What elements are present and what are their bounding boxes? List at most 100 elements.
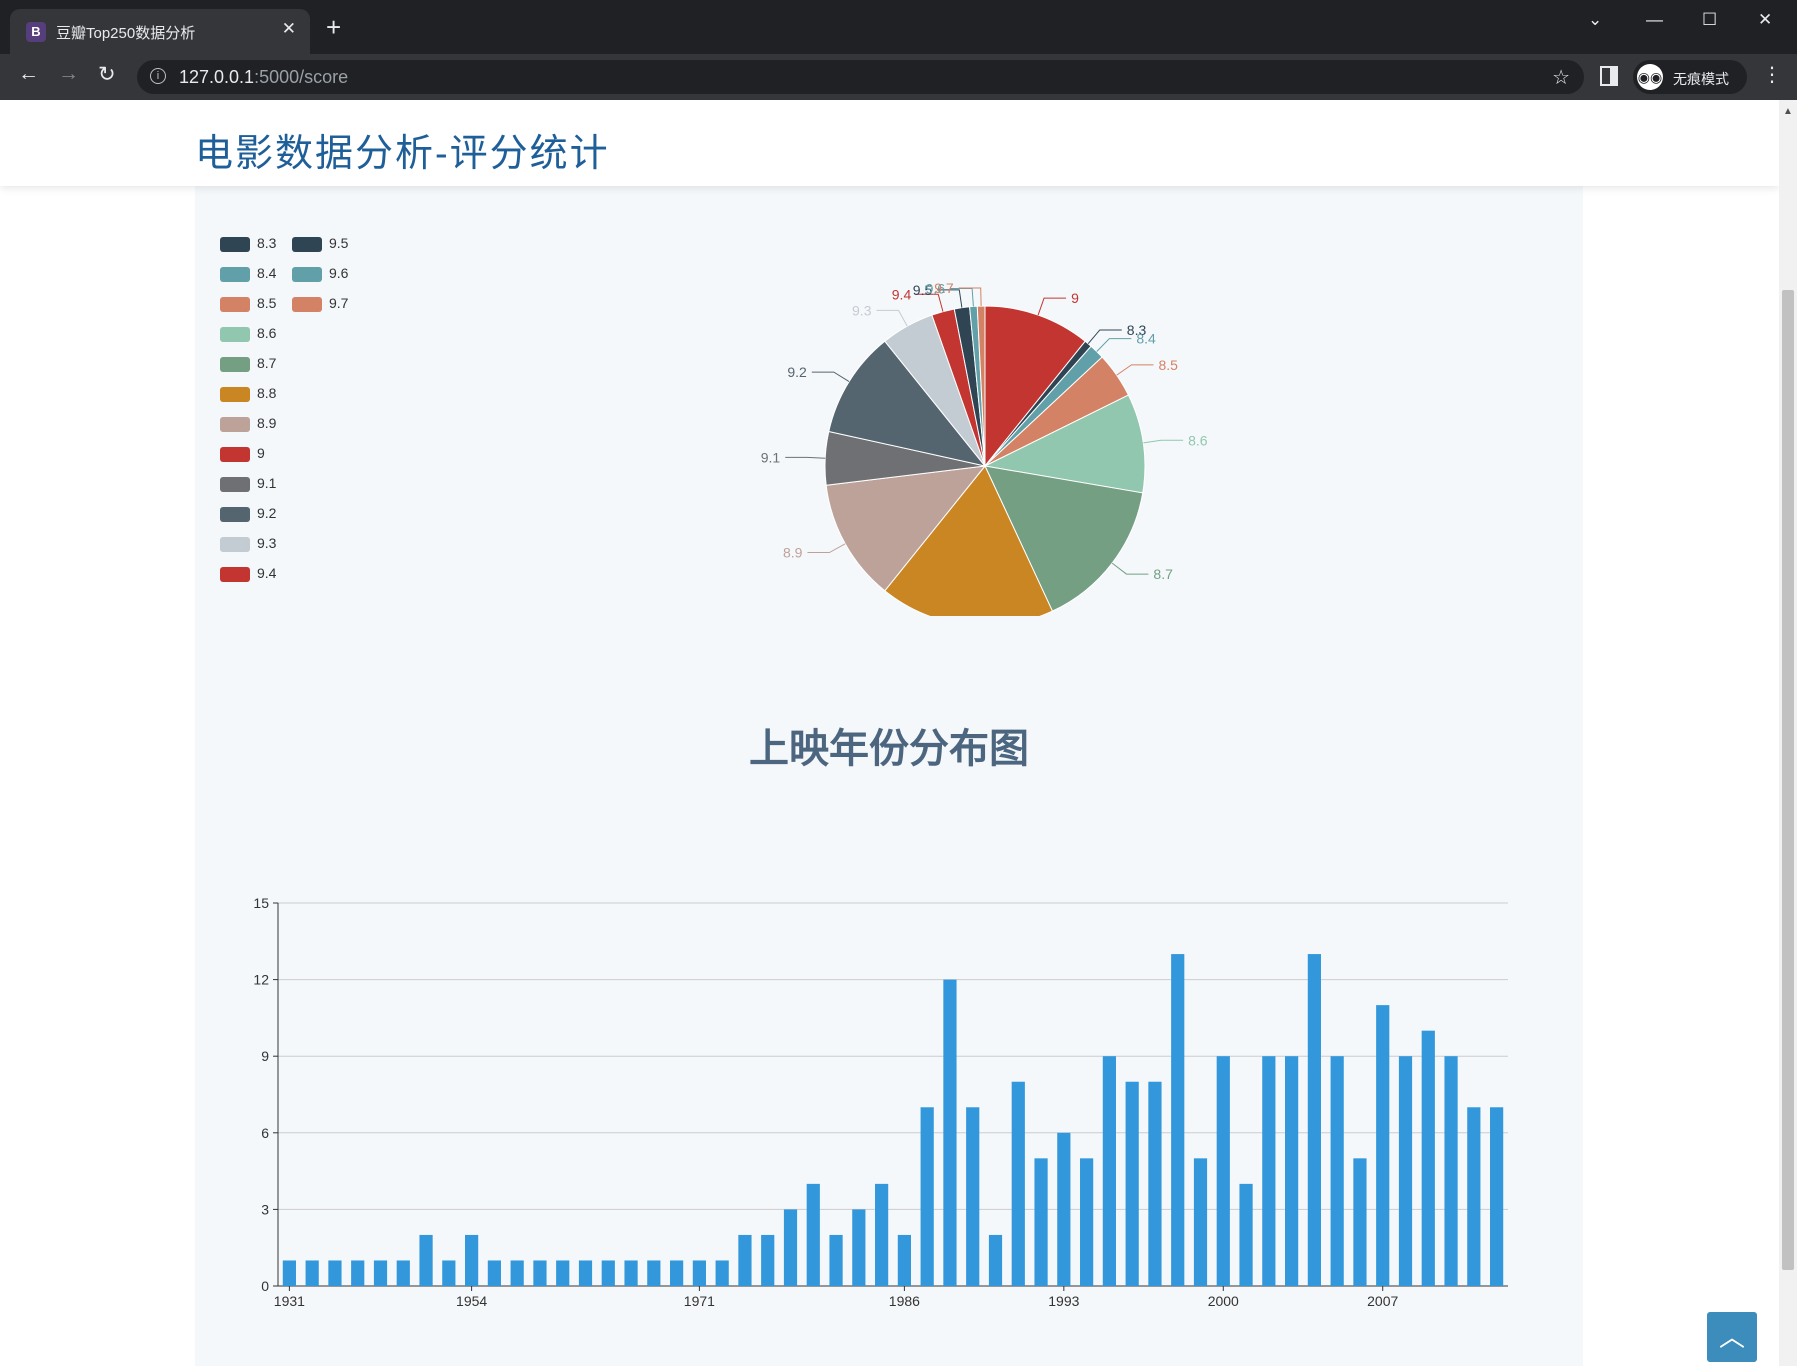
pie-label-9.4: 9.4	[892, 286, 912, 302]
scrollbar-thumb[interactable]	[1782, 290, 1794, 1270]
bar-2011[interactable]	[1467, 1107, 1481, 1286]
reload-icon[interactable]: ↻	[98, 62, 116, 87]
bar-1960[interactable]	[556, 1260, 570, 1286]
tab-search-icon[interactable]: ⌄	[1588, 10, 1602, 30]
bar-1994[interactable]	[1080, 1158, 1094, 1286]
incognito-icon: ◉◉	[1637, 64, 1663, 90]
legend-item-8.9[interactable]: 8.9	[220, 414, 280, 434]
site-header: 电影数据分析-评分统计	[0, 100, 1779, 186]
incognito-badge[interactable]: ◉◉ 无痕模式	[1633, 60, 1747, 94]
bar-1963[interactable]	[601, 1260, 615, 1286]
address-bar[interactable]: i 127.0.0.1:5000/score ☆	[137, 60, 1584, 94]
bar-1931[interactable]	[282, 1260, 296, 1286]
bar-1998[interactable]	[1171, 954, 1185, 1286]
maximize-icon[interactable]: ☐	[1702, 10, 1717, 30]
legend-item-9.5[interactable]: 9.5	[292, 234, 352, 254]
bar-1974[interactable]	[761, 1234, 775, 1286]
bar-1984[interactable]	[875, 1183, 889, 1286]
bar-1955[interactable]	[487, 1260, 501, 1286]
bar-1999[interactable]	[1193, 1158, 1208, 1286]
bar-1991[interactable]	[1011, 1081, 1025, 1286]
new-tab-icon[interactable]: +	[326, 14, 341, 40]
bar-2004[interactable]	[1307, 954, 1321, 1286]
bar-1982[interactable]	[852, 1209, 866, 1286]
legend-item-8.7[interactable]: 8.7	[220, 354, 280, 374]
back-to-top-button[interactable]: ︿	[1707, 1312, 1757, 1362]
bar-1959[interactable]	[533, 1260, 547, 1286]
bar-1990[interactable]	[988, 1234, 1003, 1286]
bar-2003[interactable]	[1285, 1056, 1299, 1286]
bar-1988[interactable]	[943, 979, 957, 1286]
browser-tab[interactable]: B 豆瓣Top250数据分析 ✕	[10, 9, 310, 54]
bar-1996[interactable]	[1125, 1081, 1139, 1286]
legend-item-9.4[interactable]: 9.4	[220, 564, 280, 584]
bar-1964[interactable]	[624, 1260, 638, 1286]
minimize-icon[interactable]: —	[1646, 10, 1663, 30]
bar-1992[interactable]	[1034, 1158, 1048, 1286]
bar-1975[interactable]	[783, 1209, 798, 1286]
bar-2002[interactable]	[1262, 1056, 1276, 1286]
legend-item-9[interactable]: 9	[220, 444, 280, 464]
close-window-icon[interactable]: ✕	[1758, 10, 1772, 30]
x-tick-label: 2007	[1367, 1293, 1398, 1306]
page-scrollbar[interactable]: ▲	[1779, 100, 1797, 1366]
bar-1987[interactable]	[920, 1107, 934, 1286]
legend-item-8.5[interactable]: 8.5	[220, 294, 280, 314]
back-icon[interactable]: ←	[18, 62, 39, 86]
bar-1950[interactable]	[396, 1260, 410, 1286]
bar-1953[interactable]	[442, 1260, 456, 1286]
bar-2001[interactable]	[1239, 1183, 1253, 1286]
side-panel-icon[interactable]	[1600, 66, 1618, 86]
forward-icon[interactable]: →	[58, 62, 79, 86]
bar-1993[interactable]	[1057, 1132, 1071, 1286]
legend-item-9.7[interactable]: 9.7	[292, 294, 352, 314]
bar-1961[interactable]	[578, 1260, 593, 1286]
legend-item-8.3[interactable]: 8.3	[220, 234, 280, 254]
bar-1989[interactable]	[966, 1107, 980, 1286]
legend-item-9.2[interactable]: 9.2	[220, 504, 280, 524]
site-info-icon[interactable]: i	[150, 68, 166, 84]
pie-label-line-8.9	[807, 543, 846, 554]
legend-item-9.1[interactable]: 9.1	[220, 474, 280, 494]
bar-1952[interactable]	[419, 1234, 433, 1286]
bar-1940[interactable]	[351, 1260, 365, 1286]
bar-2007[interactable]	[1376, 1005, 1390, 1286]
bar-2005[interactable]	[1330, 1056, 1344, 1286]
url-text[interactable]: 127.0.0.1:5000/score	[179, 67, 348, 88]
bar-2012[interactable]	[1490, 1107, 1504, 1286]
bookmark-star-icon[interactable]: ☆	[1552, 65, 1570, 90]
legend-item-8.4[interactable]: 8.4	[220, 264, 280, 284]
site-title[interactable]: 电影数据分析-评分统计	[195, 122, 610, 177]
bar-1973[interactable]	[738, 1234, 752, 1286]
pie-label-line-9.1	[785, 456, 826, 459]
bar-2009[interactable]	[1421, 1030, 1435, 1286]
bar-1957[interactable]	[510, 1260, 524, 1286]
bar-1936[interactable]	[305, 1260, 319, 1286]
bar-1954[interactable]	[465, 1234, 479, 1286]
bar-1979[interactable]	[829, 1234, 843, 1286]
bar-1965[interactable]	[647, 1260, 661, 1286]
scroll-up-icon[interactable]: ▲	[1783, 106, 1793, 117]
legend-item-9.3[interactable]: 9.3	[220, 534, 280, 554]
bar-1978[interactable]	[806, 1183, 820, 1286]
legend-item-8.8[interactable]: 8.8	[220, 384, 280, 404]
legend-swatch	[220, 237, 250, 252]
pie-label-8.7: 8.7	[1153, 566, 1173, 582]
bar-1986[interactable]	[897, 1234, 911, 1286]
bar-1971[interactable]	[692, 1260, 706, 1286]
close-tab-icon[interactable]: ✕	[282, 19, 296, 39]
legend-item-8.6[interactable]: 8.6	[220, 324, 280, 344]
bar-1966[interactable]	[670, 1260, 684, 1286]
bar-2000[interactable]	[1216, 1056, 1230, 1286]
bar-1972[interactable]	[715, 1260, 729, 1286]
legend-item-9.6[interactable]: 9.6	[292, 264, 352, 284]
bar-1995[interactable]	[1102, 1056, 1116, 1286]
bar-2010[interactable]	[1444, 1056, 1458, 1286]
bar-1939[interactable]	[328, 1260, 342, 1286]
y-tick-label: 3	[261, 1201, 269, 1217]
bar-2006[interactable]	[1353, 1158, 1367, 1286]
browser-menu-icon[interactable]: ⋮	[1762, 62, 1782, 87]
bar-1942[interactable]	[373, 1260, 388, 1286]
bar-1997[interactable]	[1148, 1081, 1162, 1286]
bar-2008[interactable]	[1398, 1056, 1413, 1286]
